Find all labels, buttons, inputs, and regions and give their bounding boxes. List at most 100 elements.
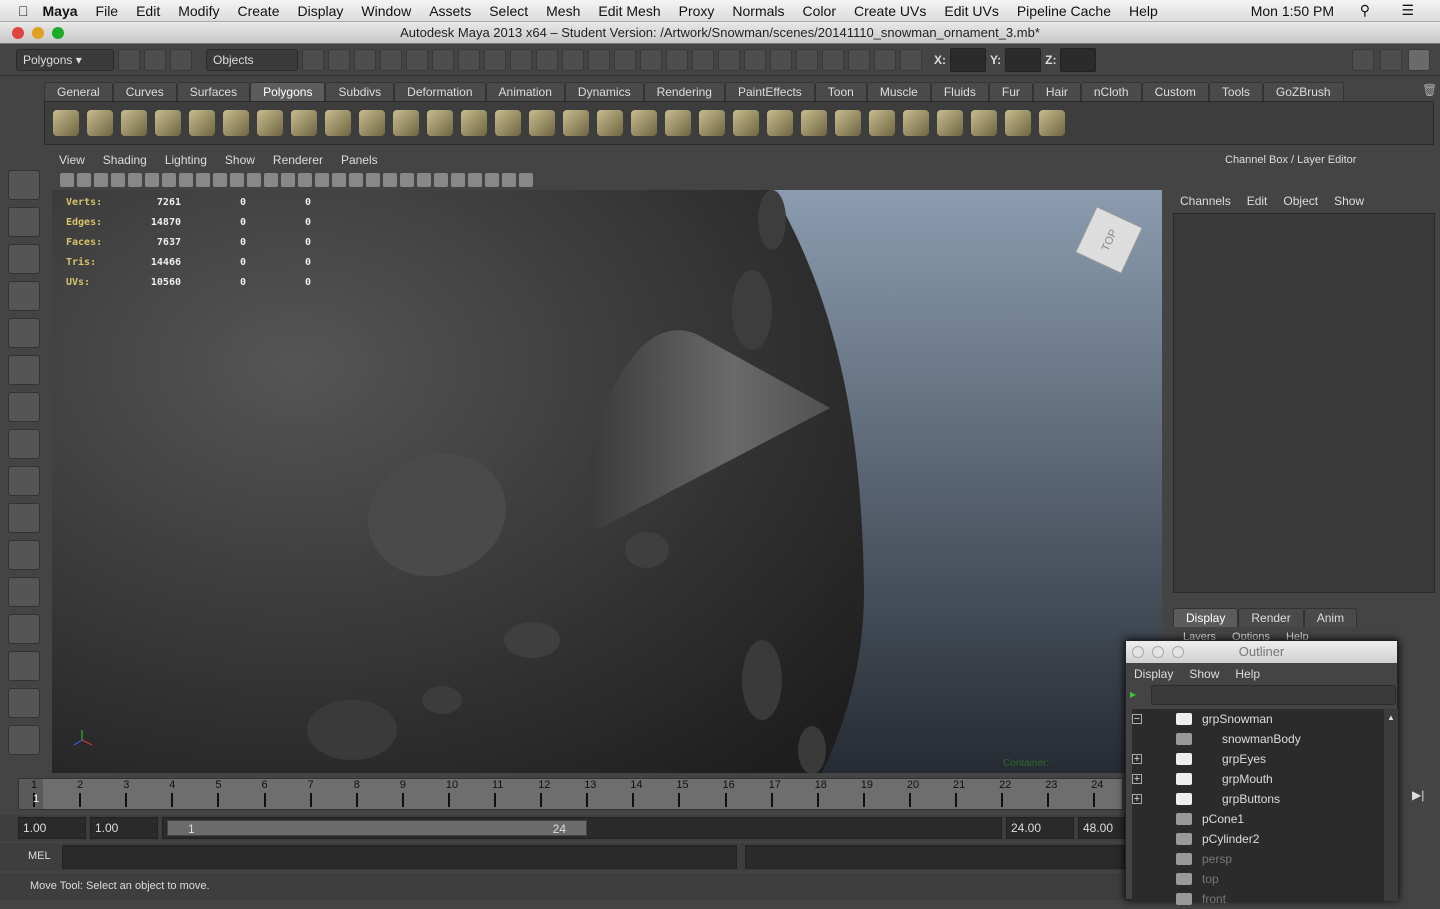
universal-manipulator-icon[interactable] [8, 392, 40, 422]
shelf-tool-icon[interactable] [189, 110, 215, 136]
outliner-item[interactable]: + grpButtons [1132, 789, 1384, 809]
command-input[interactable] [62, 845, 737, 869]
shelf-tool-icon[interactable] [801, 110, 827, 136]
panel-tool-icon[interactable] [502, 173, 516, 187]
status-tool-icon[interactable] [848, 48, 870, 71]
paint-select-icon[interactable] [8, 244, 40, 274]
outliner-search[interactable] [1151, 685, 1396, 705]
layer-tab-anim[interactable]: Anim [1303, 608, 1358, 627]
status-tool-icon[interactable] [770, 48, 792, 71]
zoom-button[interactable] [52, 27, 64, 39]
menu-normals[interactable]: Normals [732, 3, 784, 19]
outliner-close-button[interactable] [1132, 646, 1144, 658]
tab-general[interactable]: General [44, 82, 113, 101]
panel-tool-icon[interactable] [94, 173, 108, 187]
outliner-item[interactable]: pCylinder2 [1132, 829, 1384, 849]
status-tool-icon[interactable] [614, 48, 636, 71]
panel-tool-icon[interactable] [468, 173, 482, 187]
rotate-tool-icon[interactable] [8, 318, 40, 348]
shelf-tool-icon[interactable] [325, 110, 351, 136]
move-tool-icon[interactable] [8, 281, 40, 311]
expand-minus-icon[interactable]: − [1132, 714, 1142, 725]
outliner-item[interactable]: pCone1 [1132, 809, 1384, 829]
menu-create-uvs[interactable]: Create UVs [854, 3, 926, 19]
channel-menu-show[interactable]: Show [1334, 194, 1364, 208]
panel-tool-icon[interactable] [332, 173, 346, 187]
shelf-tool-icon[interactable] [597, 110, 623, 136]
scale-tool-icon[interactable] [8, 355, 40, 385]
panel-tool-icon[interactable] [485, 173, 499, 187]
attribute-editor-icon[interactable] [1352, 48, 1374, 71]
status-tool-icon[interactable] [640, 48, 662, 71]
menu-pipeline-cache[interactable]: Pipeline Cache [1017, 3, 1111, 19]
menu-edit-uvs[interactable]: Edit UVs [944, 3, 998, 19]
outliner-item[interactable]: front [1132, 889, 1384, 909]
channel-menu-edit[interactable]: Edit [1247, 194, 1268, 208]
menu-mesh[interactable]: Mesh [546, 3, 580, 19]
shelf-tool-icon[interactable] [699, 110, 725, 136]
menu-color[interactable]: Color [803, 3, 836, 19]
shelf-tool-icon[interactable] [835, 110, 861, 136]
panel-menu-view[interactable]: View [59, 153, 85, 167]
minimize-button[interactable] [32, 27, 44, 39]
quick-layout-icon[interactable] [8, 725, 40, 755]
save-scene-icon[interactable] [170, 48, 192, 71]
filter-icon[interactable]: ▸ [1130, 687, 1136, 701]
panel-tool-icon[interactable] [519, 173, 533, 187]
outliner-item[interactable]: top [1132, 869, 1384, 889]
mel-label[interactable]: MEL [28, 850, 51, 862]
open-scene-icon[interactable] [144, 48, 166, 71]
tab-deformation[interactable]: Deformation [394, 82, 486, 101]
panel-tool-icon[interactable] [162, 173, 176, 187]
shelf-tool-icon[interactable] [1005, 110, 1031, 136]
tab-surfaces[interactable]: Surfaces [176, 82, 251, 101]
outliner-scrollbar[interactable]: ▲ [1384, 709, 1398, 901]
show-manipulator-icon[interactable] [8, 466, 40, 496]
panel-tool-icon[interactable] [179, 173, 193, 187]
shelf-tool-icon[interactable] [53, 110, 79, 136]
shelf-tool-icon[interactable] [87, 110, 113, 136]
start-time-field[interactable]: 1.00 [18, 817, 86, 839]
panel-tool-icon[interactable] [60, 173, 74, 187]
status-tool-icon[interactable] [666, 48, 688, 71]
tab-dynamics[interactable]: Dynamics [564, 82, 644, 101]
range-slider[interactable]: 1 24 [162, 817, 1002, 839]
panel-tool-icon[interactable] [451, 173, 465, 187]
status-tool-icon[interactable] [588, 48, 610, 71]
panel-tool-icon[interactable] [264, 173, 278, 187]
list-icon[interactable]: ☰ [1401, 2, 1414, 19]
search-icon[interactable]: ⚲ [1360, 2, 1370, 19]
four-view-layout-icon[interactable] [8, 577, 40, 607]
y-field[interactable] [1005, 47, 1042, 72]
panel-tool-icon[interactable] [349, 173, 363, 187]
tab-fur[interactable]: Fur [988, 82, 1033, 101]
outliner-menu-display[interactable]: Display [1134, 667, 1173, 681]
range-slider-handle[interactable]: 1 24 [167, 820, 587, 836]
status-tool-icon[interactable] [900, 48, 922, 71]
panel-tool-icon[interactable] [230, 173, 244, 187]
menu-display[interactable]: Display [297, 3, 343, 19]
shelf-tool-icon[interactable] [733, 110, 759, 136]
panel-tool-icon[interactable] [417, 173, 431, 187]
channel-box-icon[interactable] [1408, 48, 1430, 71]
shelf-tool-icon[interactable] [461, 110, 487, 136]
panel-menu-show[interactable]: Show [225, 153, 255, 167]
status-tool-icon[interactable] [744, 48, 766, 71]
x-field[interactable] [950, 47, 986, 72]
outliner-item[interactable]: snowmanBody [1132, 729, 1384, 749]
apple-icon[interactable]:  [18, 3, 29, 19]
last-tool-icon[interactable] [8, 503, 40, 533]
panel-tool-icon[interactable] [400, 173, 414, 187]
shelf-tool-icon[interactable] [427, 110, 453, 136]
trash-icon[interactable]: 🗑 [1422, 83, 1437, 97]
status-tool-icon[interactable] [458, 48, 480, 71]
panel-tool-icon[interactable] [298, 173, 312, 187]
menu-help[interactable]: Help [1129, 3, 1158, 19]
tab-gozbrush[interactable]: GoZBrush [1262, 82, 1344, 101]
panel-menu-panels[interactable]: Panels [341, 153, 378, 167]
outliner-zoom-button[interactable] [1172, 646, 1184, 658]
status-tool-icon[interactable] [718, 48, 740, 71]
panel-menu-lighting[interactable]: Lighting [165, 153, 207, 167]
status-tool-icon[interactable] [796, 48, 818, 71]
expand-plus-icon[interactable]: + [1132, 774, 1142, 785]
